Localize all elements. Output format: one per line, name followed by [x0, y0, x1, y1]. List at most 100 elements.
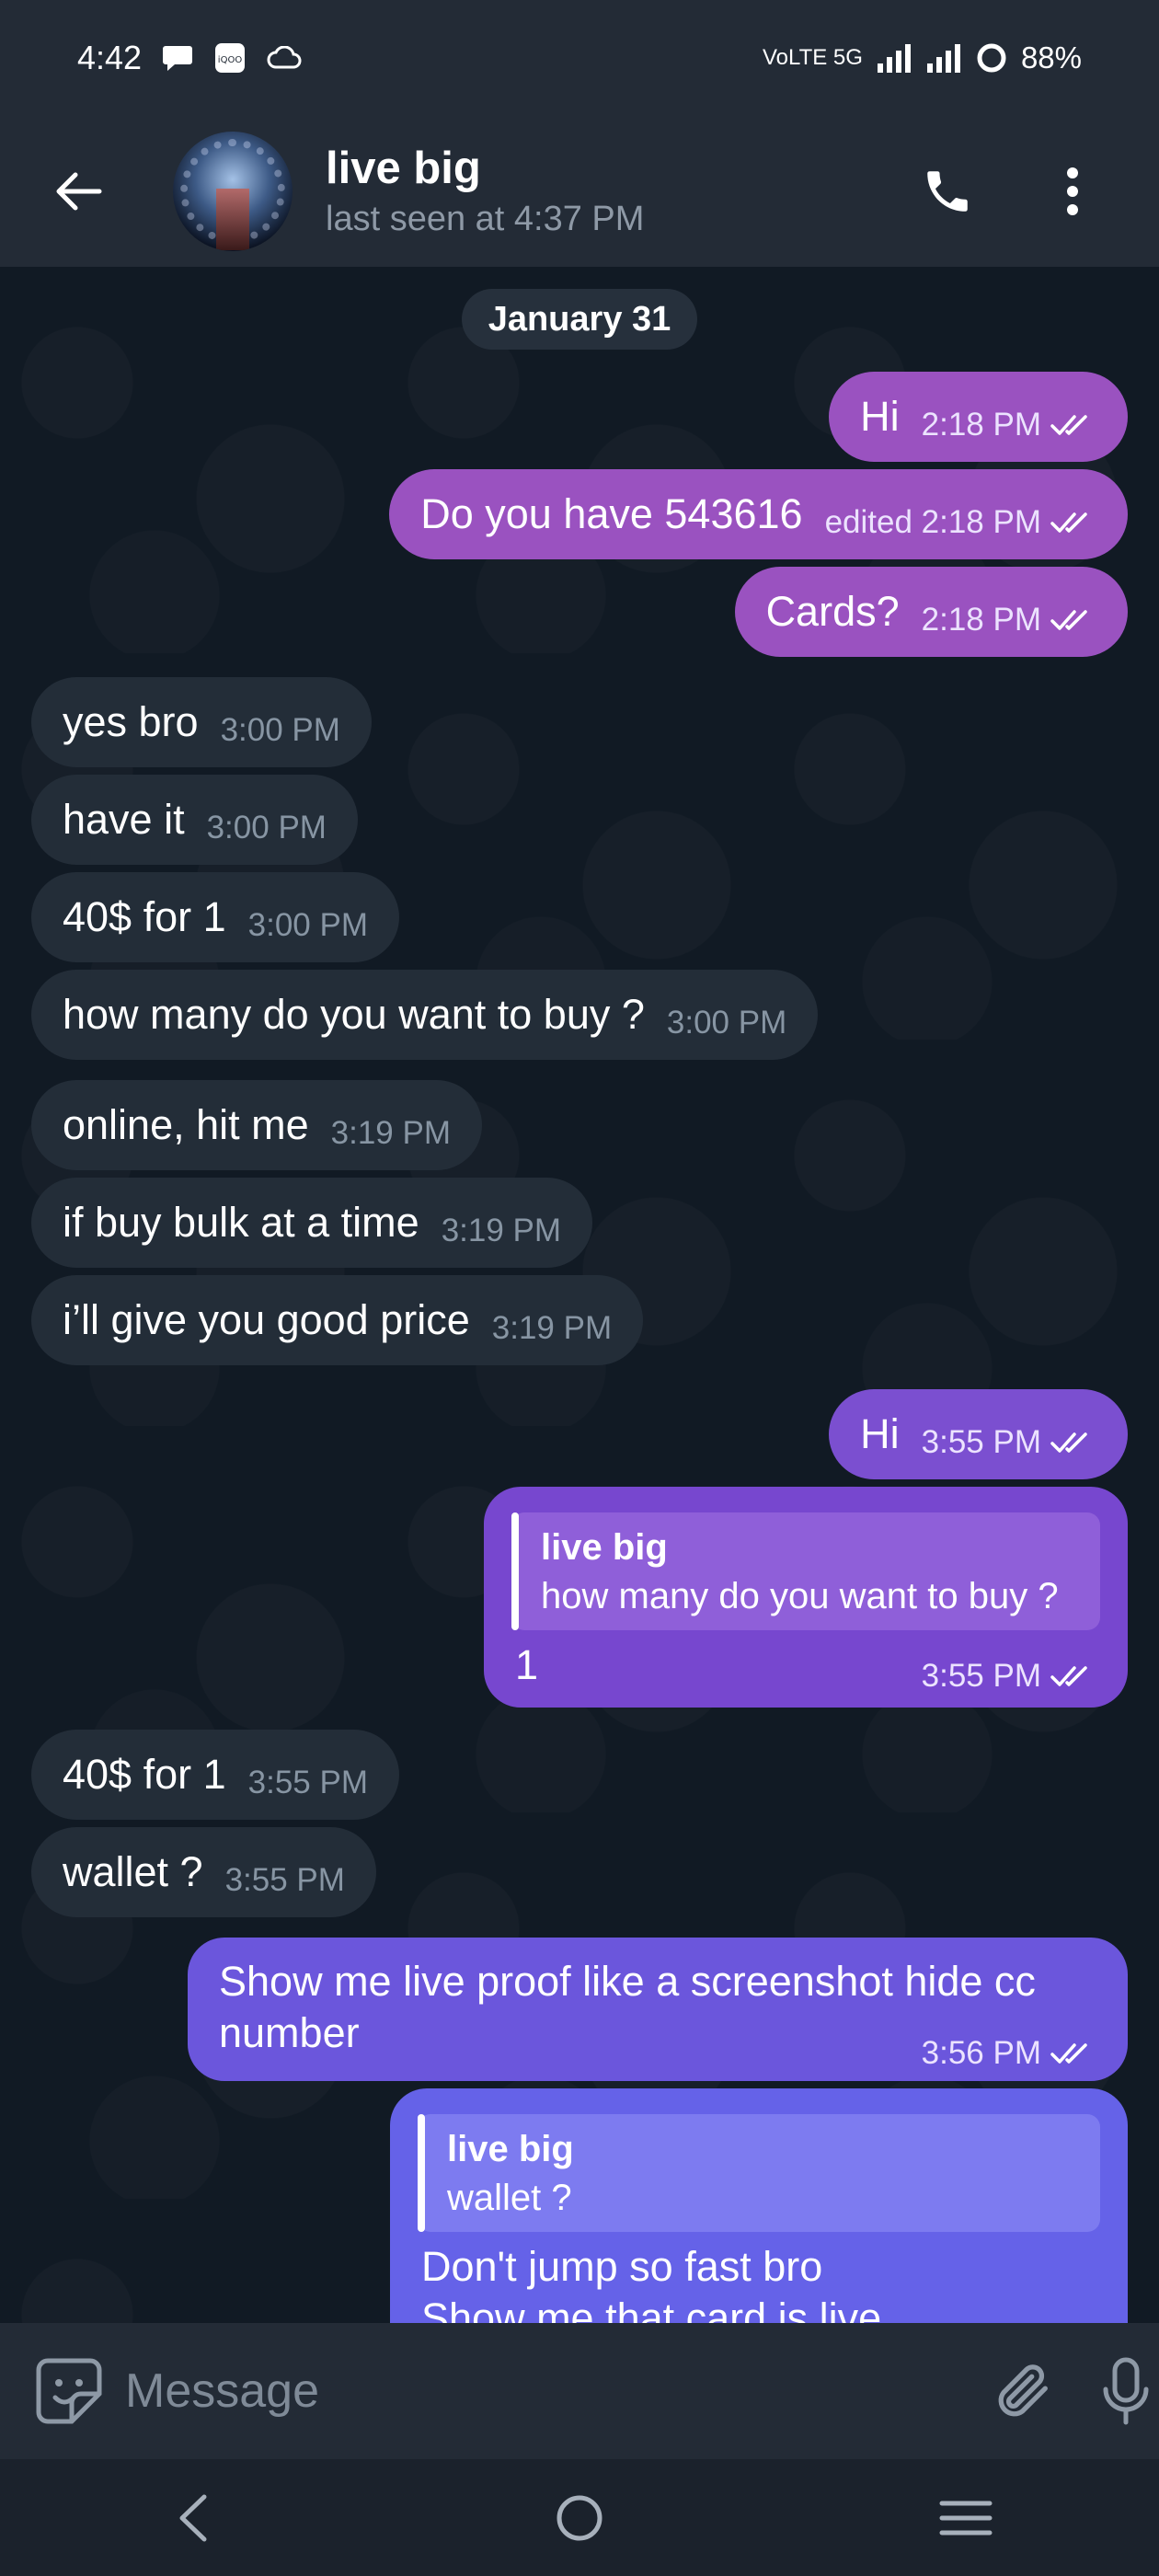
message-time: 3:00 PM — [247, 907, 368, 943]
battery-icon — [975, 41, 1008, 75]
last-seen-status: last seen at 4:37 PM — [326, 200, 645, 238]
message-text: Do you have 543616 — [420, 490, 803, 537]
chat-header: live big last seen at 4:37 PM — [0, 115, 1159, 267]
chevron-left-icon — [179, 2494, 207, 2541]
message-text-line-2: Show me that card is live — [421, 2294, 882, 2323]
message-text: yes bro — [63, 698, 199, 745]
chat-title-block[interactable]: live big last seen at 4:37 PM — [326, 143, 644, 239]
message-text: have it — [63, 796, 185, 843]
back-button[interactable] — [31, 145, 123, 237]
double-check-icon — [1050, 1432, 1087, 1453]
double-check-icon — [1050, 415, 1087, 435]
app-notification-icon: iQOO — [213, 41, 247, 75]
message-text: if buy bulk at a time — [63, 1199, 419, 1246]
chat-notification-icon — [162, 44, 193, 72]
message-bubble-incoming[interactable]: how many do you want to buy ? 3:00 PM — [31, 970, 819, 1060]
message-time: edited 2:18 PM — [824, 504, 1041, 540]
reply-message-bubble[interactable]: live big how many do you want to buy ? 1… — [484, 1487, 1128, 1708]
message-time: 3:56 PM — [921, 2035, 1041, 2071]
message-text-line-1: Don't jump so fast bro — [421, 2243, 823, 2290]
voice-record-button[interactable] — [1092, 2350, 1159, 2432]
quoted-sender: live big — [541, 1527, 668, 1568]
message-input[interactable] — [125, 2350, 861, 2432]
system-home-button[interactable] — [524, 2472, 635, 2564]
home-circle-icon — [557, 2495, 602, 2540]
message-bubble-incoming[interactable]: if buy bulk at a time 3:19 PM — [31, 1178, 593, 1268]
message-time: 3:19 PM — [491, 1310, 613, 1346]
message-time: 3:55 PM — [224, 1862, 345, 1898]
sticker-button[interactable] — [35, 2350, 103, 2432]
message-text: i’ll give you good price — [63, 1296, 470, 1343]
message-composer — [0, 2323, 1159, 2459]
message-time: 3:55 PM — [921, 1658, 1041, 1694]
svg-text:iQOO: iQOO — [218, 55, 243, 65]
message-time: 3:00 PM — [666, 1005, 787, 1041]
message-text: 40$ for 1 — [63, 893, 226, 940]
signal-icon — [876, 43, 912, 73]
message-text: 40$ for 1 — [63, 1751, 226, 1798]
message-text: how many do you want to buy ? — [63, 991, 645, 1038]
message-bubble-incoming[interactable]: wallet ? 3:55 PM — [31, 1827, 376, 1917]
message-text: Hi — [860, 393, 900, 440]
quoted-sender: live big — [447, 2129, 574, 2169]
message-time: 2:18 PM — [921, 407, 1041, 443]
message-time: 3:19 PM — [441, 1213, 562, 1248]
reply-message-bubble[interactable]: live big wallet ? Don't jump so fast bro… — [390, 2088, 1128, 2323]
quoted-message[interactable]: live big how many do you want to buy ? — [511, 1512, 1100, 1630]
quoted-message[interactable]: live big wallet ? — [418, 2114, 1100, 2232]
call-button[interactable] — [901, 145, 993, 237]
message-bubble-incoming[interactable]: online, hit me 3:19 PM — [31, 1080, 483, 1170]
message-text-line-1: Show me live proof like a screenshot hid… — [219, 1958, 1036, 2005]
message-time: 3:55 PM — [247, 1765, 368, 1800]
quoted-text: how many do you want to buy ? — [541, 1576, 1059, 1616]
message-time: 3:00 PM — [220, 712, 340, 748]
arrow-left-icon — [56, 172, 102, 210]
message-time: 2:18 PM — [921, 602, 1041, 638]
system-back-button[interactable] — [138, 2472, 248, 2564]
date-separator: January 31 — [462, 289, 697, 350]
network-label: VoLTE 5G — [762, 44, 863, 70]
quoted-text: wallet ? — [447, 2178, 572, 2218]
message-bubble-incoming[interactable]: i’ll give you good price 3:19 PM — [31, 1275, 644, 1365]
message-time: 3:00 PM — [206, 810, 327, 845]
message-time: 3:55 PM — [921, 1424, 1041, 1460]
system-navigation-bar — [0, 2459, 1159, 2576]
message-text: wallet ? — [63, 1848, 203, 1895]
message-bubble-outgoing[interactable]: Hi 2:18 PM — [829, 372, 1128, 462]
message-text: Hi — [860, 1410, 900, 1457]
cloud-icon — [267, 45, 302, 70]
message-bubble-outgoing[interactable]: Hi 3:55 PM — [829, 1389, 1128, 1479]
message-bubble-incoming[interactable]: 40$ for 1 3:00 PM — [31, 872, 399, 962]
message-bubble-incoming[interactable]: have it 3:00 PM — [31, 775, 358, 865]
menu-lines-icon — [939, 2501, 993, 2535]
more-options-button[interactable] — [1036, 145, 1109, 237]
status-bar: 4:42 iQOO VoLTE 5G 88% — [0, 0, 1159, 115]
microphone-icon — [1103, 2357, 1148, 2425]
double-check-icon — [1050, 2043, 1087, 2064]
double-check-icon — [1050, 1666, 1087, 1686]
double-check-icon — [1050, 610, 1087, 630]
system-recents-button[interactable] — [911, 2472, 1021, 2564]
attach-button[interactable] — [990, 2350, 1057, 2432]
message-list[interactable]: January 31 Hi 2:18 PM Do you have 543616… — [0, 267, 1159, 2323]
sticker-icon — [36, 2358, 102, 2424]
message-text: Cards? — [765, 588, 900, 635]
avatar[interactable] — [173, 131, 293, 251]
phone-icon — [927, 170, 968, 212]
message-bubble-incoming[interactable]: yes bro 3:00 PM — [31, 677, 372, 767]
more-vertical-icon — [1067, 167, 1078, 215]
message-bubble-outgoing[interactable]: Show me live proof like a screenshot hid… — [188, 1938, 1128, 2081]
chat-name: live big — [326, 144, 481, 193]
double-check-icon — [1050, 512, 1087, 533]
battery-level: 88% — [1020, 40, 1082, 75]
status-time: 4:42 — [77, 38, 143, 76]
message-text: online, hit me — [63, 1101, 309, 1148]
message-text-line-2: number — [219, 2009, 360, 2056]
message-bubble-incoming[interactable]: 40$ for 1 3:55 PM — [31, 1730, 399, 1820]
message-bubble-outgoing[interactable]: Do you have 543616 edited 2:18 PM — [389, 469, 1128, 559]
message-bubble-outgoing[interactable]: Cards? 2:18 PM — [734, 567, 1128, 657]
message-text: 1 — [515, 1641, 539, 1688]
signal-2-icon — [925, 43, 962, 73]
paperclip-icon — [998, 2364, 1048, 2417]
message-time: 3:19 PM — [330, 1115, 452, 1151]
